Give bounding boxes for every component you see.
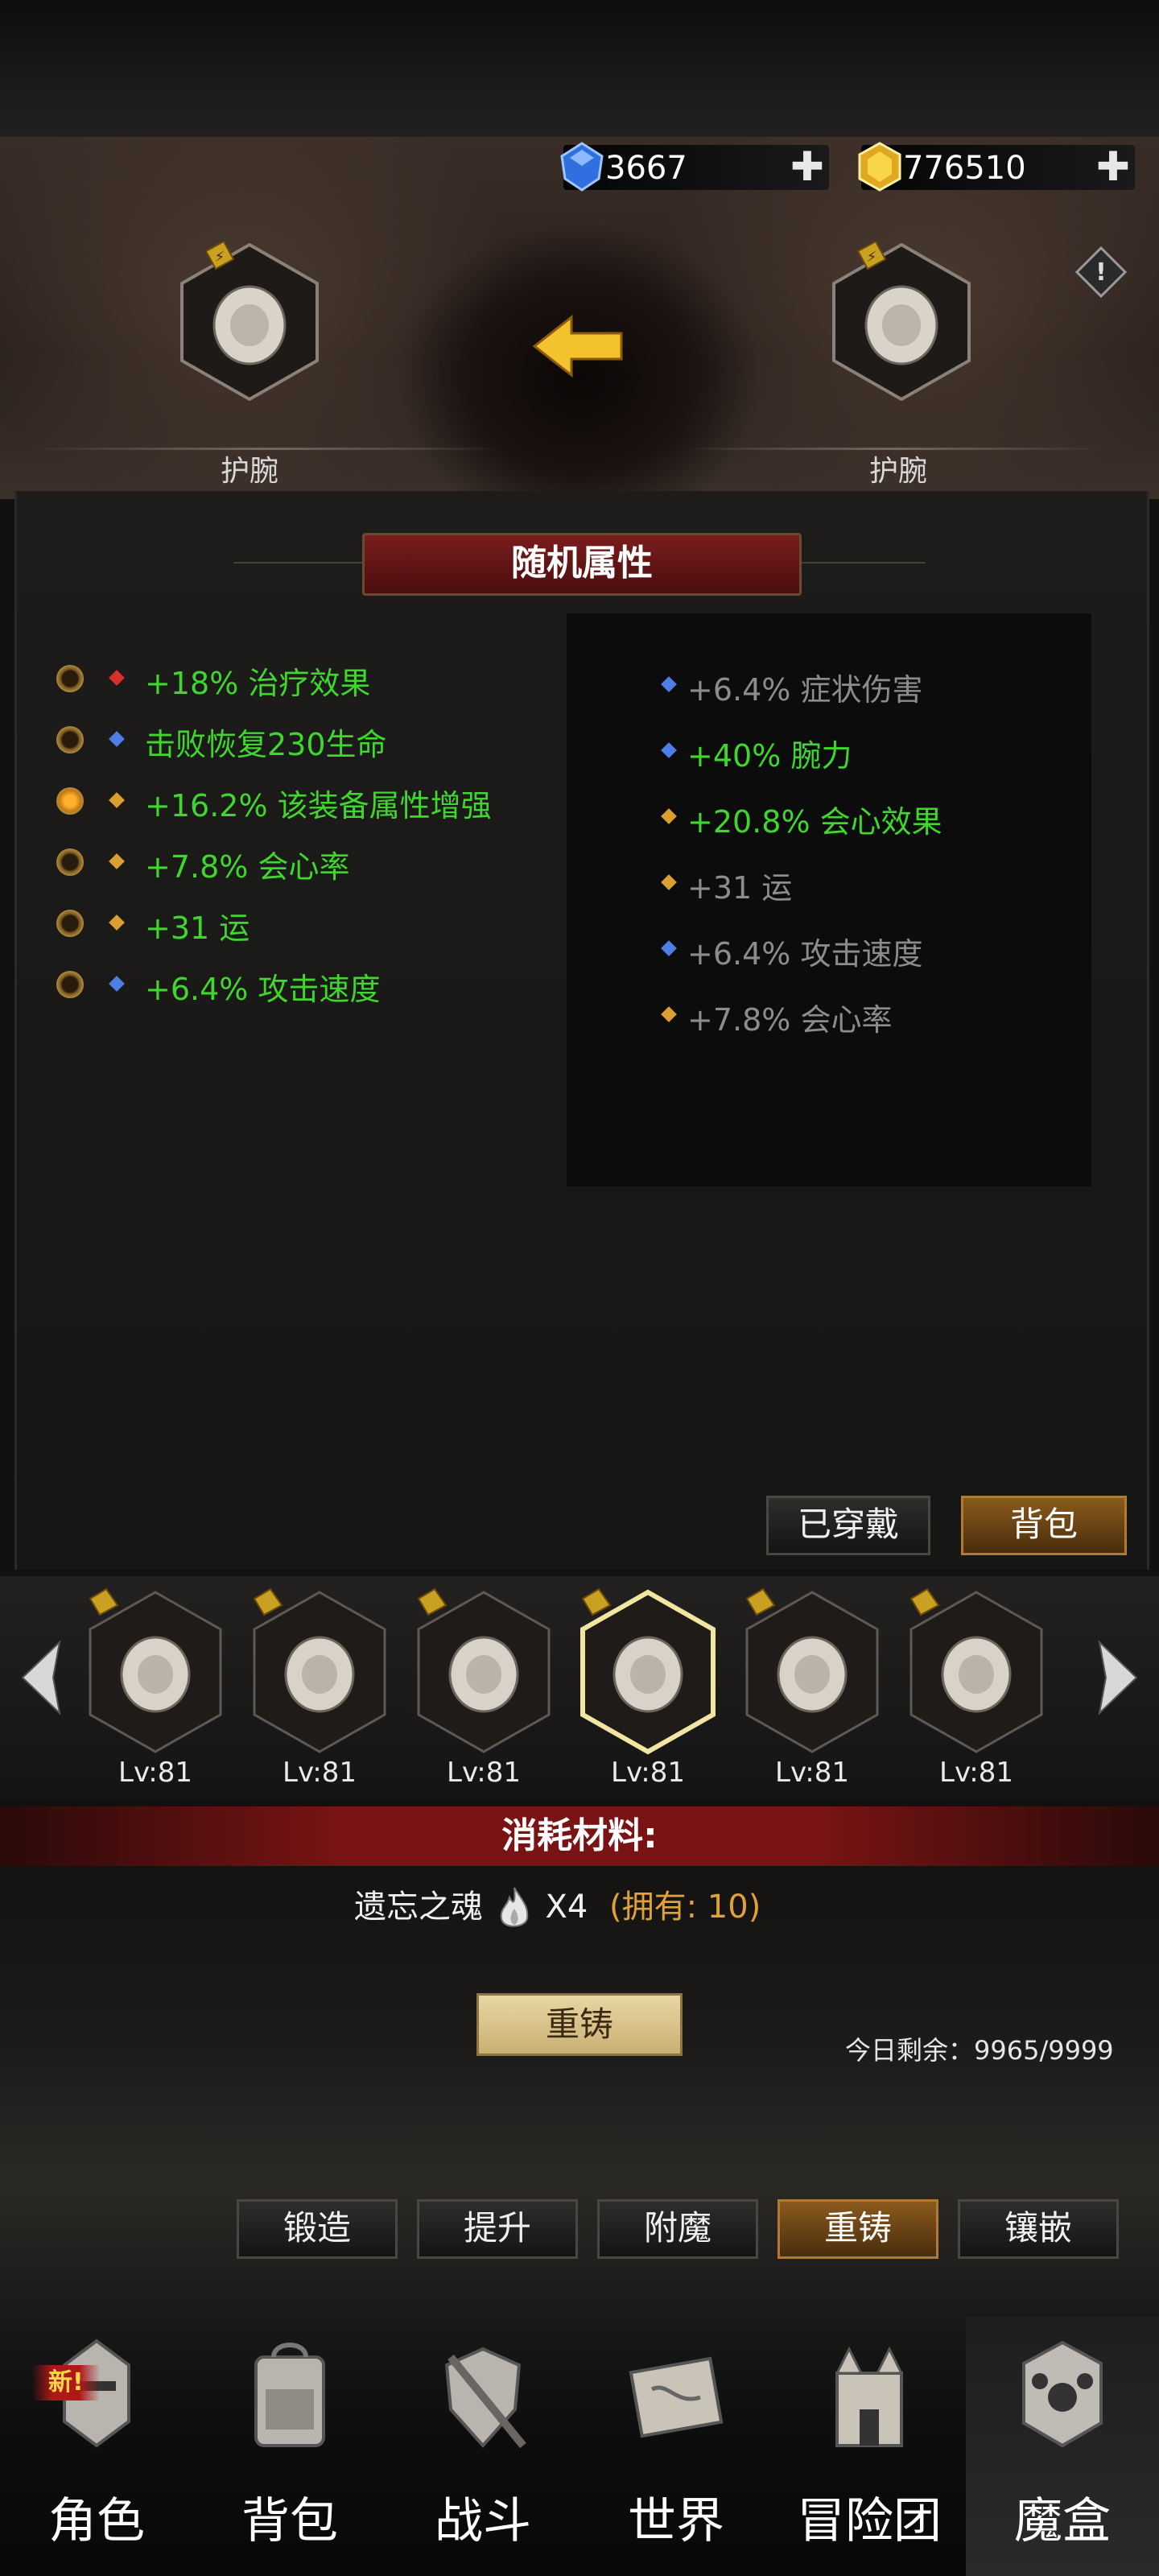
carousel-item[interactable]: Lv:81 [412,1587,555,1797]
attribute-text: +6.4% 攻击速度 [145,972,381,1007]
attribute-text: +16.2% 该装备属性增强 [145,788,492,824]
attribute-text: +7.8% 会心率 [687,1002,893,1038]
nav-guild[interactable]: 冒险团 [773,2317,966,2576]
top-bar [0,0,1159,137]
lock-toggle[interactable] [56,726,84,753]
tab-recast[interactable]: 重铸 [777,2199,938,2259]
attribute-text: +40% 腕力 [687,738,852,774]
current-item-label: 护腕 [220,455,278,488]
attribute-text: +18% 治疗效果 [145,666,371,701]
attribute-text: +31 运 [687,870,793,906]
material-name: 遗忘之魂 [354,1889,483,1926]
nav-magic-box[interactable]: 魔盒 [966,2317,1159,2576]
svg-text:⚡: ⚡ [867,249,877,266]
divider [233,562,362,564]
add-gems-button[interactable]: ✚ [790,147,824,187]
shield-sword-icon [444,2347,526,2449]
gem-amount: 3667 [605,150,687,187]
attribute-text: 击败恢复230生命 [145,727,387,762]
nav-backpack[interactable]: 背包 [193,2317,386,2576]
item-level: Lv:81 [447,1757,521,1789]
lock-toggle[interactable] [56,787,84,815]
item-level: Lv:81 [283,1757,357,1789]
item-level: Lv:81 [775,1757,849,1789]
item-level: Lv:81 [611,1757,685,1789]
attribute-text: +31 运 [145,910,250,946]
tab-forge[interactable]: 锻造 [237,2199,398,2259]
chevron-right-icon[interactable] [1091,1637,1148,1718]
castle-icon [835,2346,904,2447]
bracer-item-icon [909,1587,1043,1753]
carousel-item[interactable]: Lv:81 [576,1587,720,1797]
svg-text:⚡: ⚡ [215,249,225,266]
current-item-slot[interactable]: ⚡ [177,242,322,402]
left-arrow-icon [532,314,623,378]
nav-label: 魔盒 [1014,2493,1111,2549]
backpack-icon [254,2343,325,2447]
new-item-label: 护腕 [868,455,927,488]
nav-label: 战斗 [435,2493,531,2549]
info-icon[interactable]: ! [1074,245,1128,299]
gold-amount: 776510 [903,150,1026,187]
attribute-text: +20.8% 会心效果 [687,804,942,840]
backpack-filter-button[interactable]: 背包 [961,1496,1127,1555]
divider [797,562,926,564]
lock-toggle[interactable] [56,848,84,876]
magic-box-icon [1022,2340,1103,2448]
lock-toggle[interactable] [56,971,84,998]
attribute-text: +7.8% 会心率 [145,849,350,885]
lock-toggle[interactable] [56,665,84,692]
tab-inlay[interactable]: 镶嵌 [958,2199,1119,2259]
attribute-text: +6.4% 攻击速度 [687,936,923,972]
item-level: Lv:81 [118,1757,192,1789]
chevron-left-icon[interactable] [11,1637,68,1718]
carousel-item[interactable]: Lv:81 [740,1587,884,1797]
nav-label: 世界 [628,2493,724,2549]
material-qty: X4 [545,1889,588,1926]
bracer-item-icon [417,1587,551,1753]
gem-currency: 3667 ✚ [560,142,829,192]
bracer-item-icon [580,1587,716,1755]
material-owned: (拥有: 10) [609,1889,761,1926]
nav-label: 背包 [241,2493,338,2549]
carousel-item[interactable]: Lv:81 [248,1587,391,1797]
lock-toggle[interactable] [56,910,84,937]
bracer-item-icon [745,1587,879,1753]
nav-character[interactable]: 新! 角色 [0,2317,193,2576]
daily-remaining: 今日剩余：9965/9999 [845,2035,1114,2066]
tab-upgrade[interactable]: 提升 [417,2199,578,2259]
soul-flame-icon [500,1887,528,1927]
nav-label: 角色 [48,2493,145,2549]
consume-title: 消耗材料: [0,1806,1159,1866]
gold-currency: 776510 ✚ [858,142,1135,192]
attribute-text: +6.4% 症状伤害 [687,672,923,708]
svg-text:!: ! [1095,258,1107,287]
add-gold-button[interactable]: ✚ [1096,147,1130,187]
material-row: 遗忘之魂 X4 (拥有: 10) [354,1880,761,1929]
bracer-item-icon [89,1587,222,1753]
equipped-filter-button[interactable]: 已穿戴 [766,1496,930,1555]
recast-button[interactable]: 重铸 [476,1993,683,2056]
section-title: 随机属性 [362,533,802,596]
nav-battle[interactable]: 战斗 [386,2317,580,2576]
gold-gem-icon [858,142,901,192]
map-scroll-icon [629,2356,724,2438]
carousel-item[interactable]: Lv:81 [905,1587,1048,1797]
nav-world[interactable]: 世界 [580,2317,773,2576]
tab-enchant[interactable]: 附魔 [597,2199,758,2259]
item-level: Lv:81 [939,1757,1013,1789]
nav-label: 冒险团 [797,2493,942,2549]
carousel-item[interactable]: Lv:81 [84,1587,227,1797]
new-item-slot[interactable]: ⚡ [829,242,974,402]
new-badge: 新! [32,2365,100,2401]
blue-gem-icon [560,142,604,192]
bracer-item-icon [253,1587,386,1753]
